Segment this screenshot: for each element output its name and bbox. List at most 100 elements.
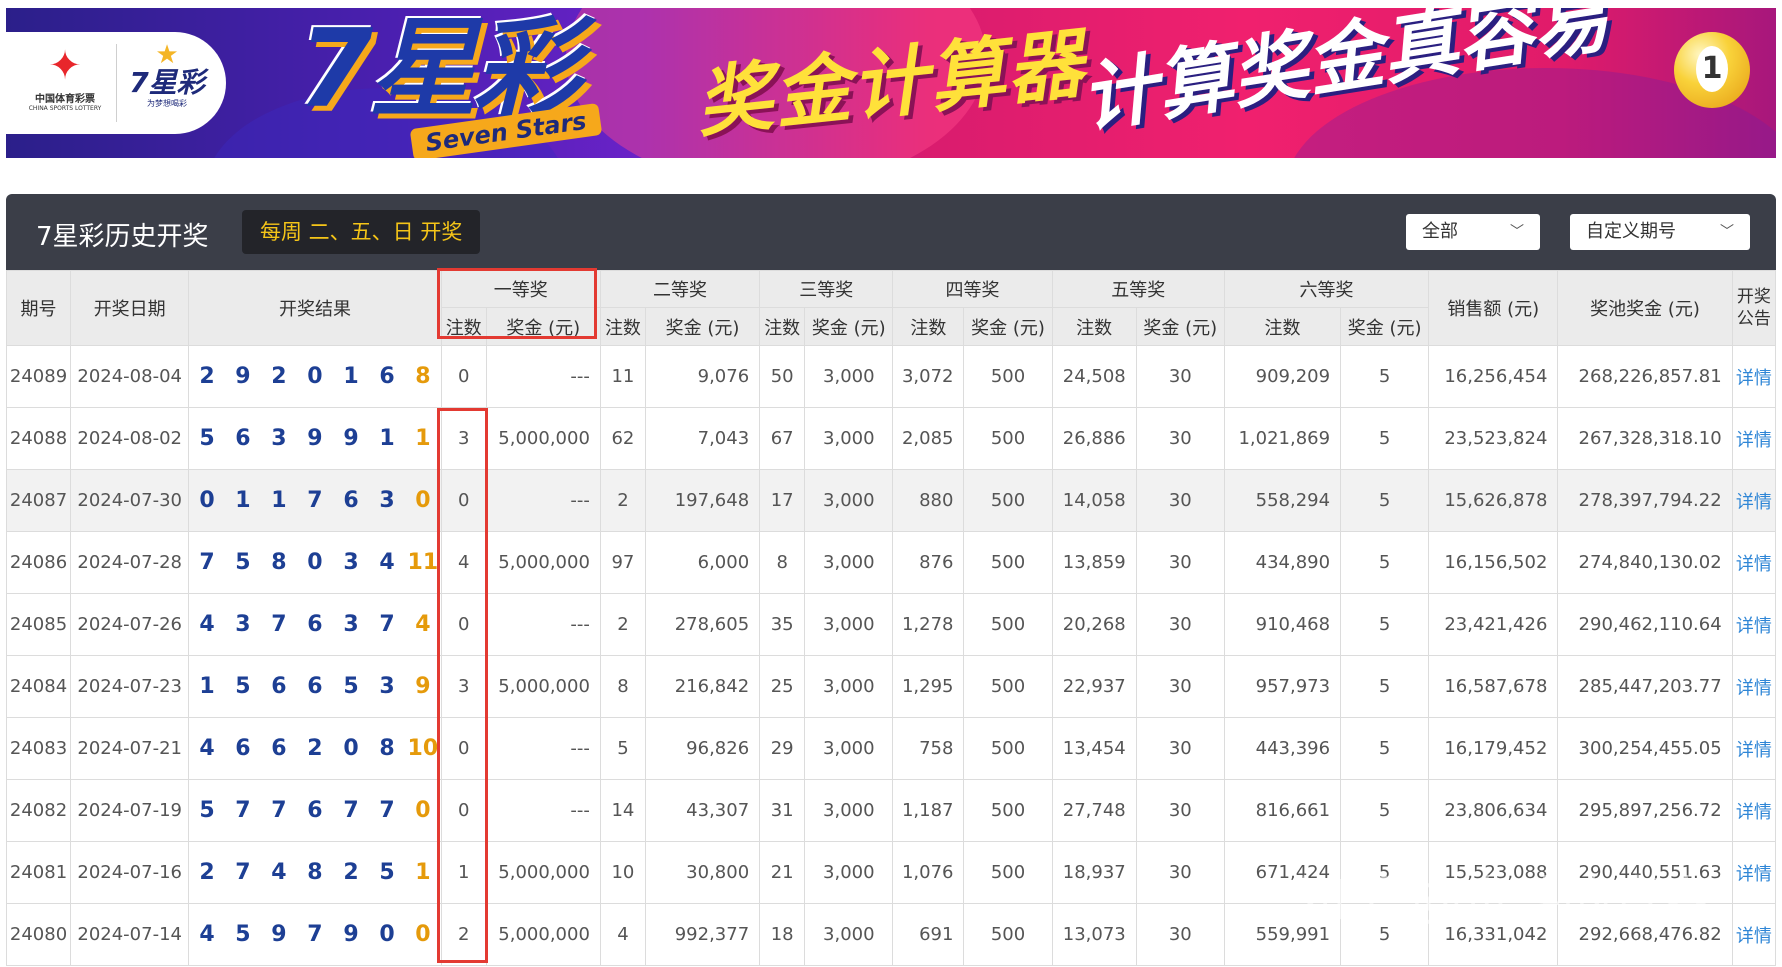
- ball-2: 3: [224, 593, 261, 656]
- prize5-amount: 30: [1135, 655, 1225, 718]
- period-cell: 24083: [6, 717, 72, 780]
- pool-cell: 268,226,857.81: [1557, 345, 1733, 408]
- prize4-count: 876: [892, 531, 965, 594]
- sales-cell: 16,587,678: [1428, 655, 1559, 718]
- detail-link[interactable]: 详情: [1731, 469, 1776, 532]
- col-prize2: 二等奖: [599, 270, 761, 308]
- ball-number: 1: [1696, 46, 1728, 92]
- ball-7: 1: [405, 841, 442, 904]
- period-cell: 24089: [6, 345, 72, 408]
- col-prize4: 四等奖: [892, 270, 1053, 308]
- prize4-count: 2,085: [892, 407, 965, 470]
- col-prize1: 一等奖: [440, 270, 601, 308]
- prize6-amount: 5: [1340, 903, 1430, 966]
- detail-link[interactable]: 详情: [1731, 779, 1776, 842]
- prize1-count: 0: [440, 593, 487, 656]
- prize1-amount: 5,000,000: [485, 407, 601, 470]
- prize5-count: 13,073: [1051, 903, 1137, 966]
- prize2-count: 11: [599, 345, 646, 408]
- prize2-count: 5: [599, 717, 646, 780]
- col-notice-label: 开奖公告: [1736, 287, 1771, 329]
- date-cell: 2024-07-14: [70, 903, 190, 966]
- prize6-amount: 5: [1340, 593, 1430, 656]
- prize3-count: 8: [759, 531, 806, 594]
- period-cell: 24080: [6, 903, 72, 966]
- prize2-count: 62: [599, 407, 646, 470]
- lottery-star-icon: ✦: [48, 43, 82, 89]
- prize6-count: 957,973: [1223, 655, 1342, 718]
- detail-link[interactable]: 详情: [1731, 531, 1776, 594]
- prize4-amount: 500: [963, 903, 1053, 966]
- mini-logo-text: 7星彩: [129, 66, 205, 99]
- ball-5: 3: [332, 531, 370, 594]
- col-prize5: 五等奖: [1051, 270, 1225, 308]
- pool-cell: 290,440,551.63: [1557, 841, 1733, 904]
- pool-cell: 285,447,203.77: [1557, 655, 1733, 718]
- table-row: 24086 2024-07-28 7 5 8 0 3 4 11 4 5,000,000 97 6,000…: [6, 531, 1776, 594]
- prize1-amount: 5,000,000: [485, 655, 601, 718]
- detail-link[interactable]: 详情: [1731, 593, 1776, 656]
- ball-6: 8: [369, 717, 406, 780]
- ball-7: 0: [405, 779, 442, 842]
- prize4-amount: 500: [963, 841, 1053, 904]
- prize6-count: 909,209: [1223, 345, 1342, 408]
- ball-3: 2: [260, 345, 297, 408]
- detail-link[interactable]: 详情: [1731, 903, 1776, 966]
- prize5-amount: 30: [1135, 717, 1225, 780]
- col-prize6-count: 注数: [1223, 307, 1342, 346]
- ball-1: 7: [188, 531, 225, 594]
- lottery-ball-icon: 1: [1674, 32, 1750, 108]
- period-cell: 24087: [6, 469, 72, 532]
- logo-divider: [116, 44, 117, 122]
- prize6-amount: 5: [1340, 345, 1430, 408]
- ball-4: 7: [296, 903, 333, 966]
- ball-2: 9: [224, 345, 261, 408]
- prize4-count: 1,076: [892, 841, 965, 904]
- ball-7: 1: [405, 407, 442, 470]
- prize6-amount: 5: [1340, 407, 1430, 470]
- date-cell: 2024-07-19: [70, 779, 190, 842]
- prize2-count: 10: [599, 841, 646, 904]
- draw-schedule-badge: 每周 二、五、日 开奖: [242, 210, 481, 254]
- prize3-amount: 3,000: [804, 717, 894, 780]
- prize2-count: 2: [599, 593, 646, 656]
- sales-cell: 16,331,042: [1428, 903, 1559, 966]
- mini-logo-tag: 为梦想喝彩: [147, 99, 187, 108]
- prize6-count: 671,424: [1223, 841, 1342, 904]
- custom-period-select[interactable]: 自定义期号 ﹀: [1570, 214, 1750, 250]
- detail-link[interactable]: 详情: [1731, 655, 1776, 718]
- ball-6: 0: [369, 903, 406, 966]
- date-cell: 2024-08-02: [70, 407, 190, 470]
- ball-4: 8: [296, 841, 333, 904]
- prize4-amount: 500: [963, 655, 1053, 718]
- ball-7: 4: [405, 593, 442, 656]
- col-prize4-count: 注数: [892, 307, 965, 346]
- ball-4: 2: [296, 717, 333, 780]
- custom-period-value: 自定义期号: [1586, 221, 1676, 242]
- ball-2: 5: [224, 903, 261, 966]
- ball-1: 4: [188, 593, 225, 656]
- filter-all-select[interactable]: 全部 ﹀: [1406, 214, 1540, 250]
- prize2-count: 97: [599, 531, 646, 594]
- detail-link[interactable]: 详情: [1731, 407, 1776, 470]
- sales-cell: 16,156,502: [1428, 531, 1559, 594]
- prize1-count: 0: [440, 469, 487, 532]
- promo-banner[interactable]: ✦ 中国体育彩票 CHINA SPORTS LOTTERY ★ 7星彩 为梦想喝…: [6, 8, 1776, 158]
- prize6-count: 443,396: [1223, 717, 1342, 780]
- ball-6: 1: [369, 407, 406, 470]
- detail-link[interactable]: 详情: [1731, 841, 1776, 904]
- ball-7: 0: [405, 903, 442, 966]
- col-sales: 销售额 (元): [1428, 270, 1559, 346]
- detail-link[interactable]: 详情: [1731, 345, 1776, 408]
- prize1-count: 3: [440, 655, 487, 718]
- prize4-amount: 500: [963, 717, 1053, 780]
- col-date: 开奖日期: [70, 270, 190, 346]
- ball-3: 7: [260, 779, 297, 842]
- prize4-count: 1,187: [892, 779, 965, 842]
- ball-5: 0: [332, 717, 370, 780]
- detail-link[interactable]: 详情: [1731, 717, 1776, 780]
- prize4-count: 3,072: [892, 345, 965, 408]
- prize4-amount: 500: [963, 469, 1053, 532]
- ball-7: 11: [405, 531, 442, 594]
- ball-4: 9: [296, 407, 333, 470]
